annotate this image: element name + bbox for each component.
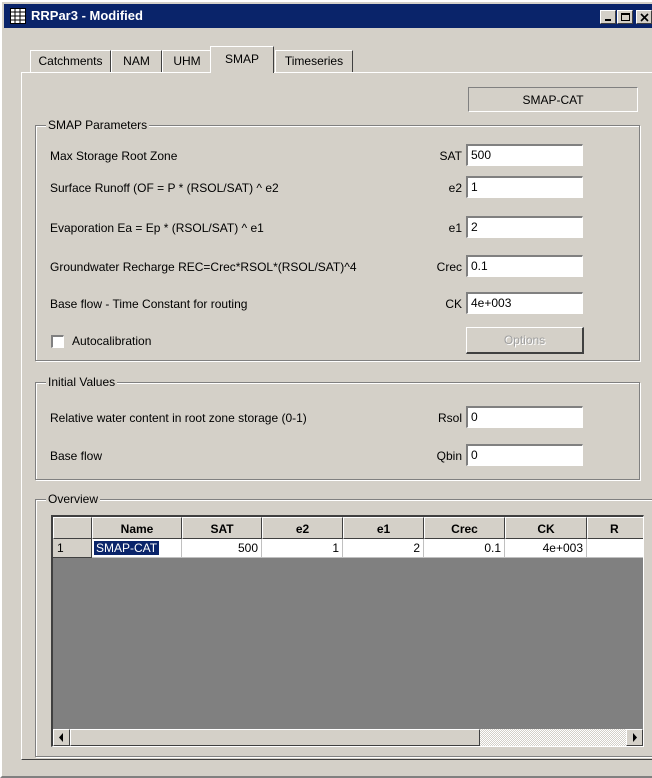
param-label-ck: Base flow - Time Constant for routing bbox=[50, 297, 248, 311]
initial-values-title: Initial Values bbox=[46, 375, 118, 389]
sat-input[interactable]: 500 bbox=[466, 144, 583, 166]
ck-input[interactable]: 4e+003 bbox=[466, 292, 583, 314]
tab-label: NAM bbox=[123, 54, 150, 68]
tab-timeseries[interactable]: Timeseries bbox=[275, 50, 353, 72]
grid-cell-ck[interactable]: 4e+003 bbox=[505, 539, 587, 558]
overview-title: Overview bbox=[46, 492, 101, 506]
column-header-ck[interactable]: CK bbox=[505, 517, 587, 539]
maximize-button[interactable] bbox=[617, 10, 633, 24]
column-header-name[interactable]: Name bbox=[92, 517, 182, 539]
rsol-input[interactable]: 0 bbox=[466, 406, 583, 428]
grid-corner-header bbox=[53, 517, 92, 539]
param-label-crec: Groundwater Recharge REC=Crec*RSOL*(RSOL… bbox=[50, 260, 357, 274]
scroll-right-button[interactable] bbox=[626, 729, 643, 746]
grid-cell-r[interactable] bbox=[587, 539, 643, 558]
autocalibration-label: Autocalibration bbox=[72, 334, 152, 348]
minimize-icon bbox=[605, 19, 611, 21]
column-header-e1[interactable]: e1 bbox=[343, 517, 424, 539]
init-code-qbin: Qbin bbox=[436, 449, 462, 463]
grid-cell-e1[interactable]: 2 bbox=[343, 539, 424, 558]
crec-input[interactable]: 0.1 bbox=[466, 255, 583, 277]
tab-catchments[interactable]: Catchments bbox=[30, 50, 111, 72]
app-grid-icon bbox=[10, 8, 26, 24]
window-title: RRPar3 - Modified bbox=[31, 8, 143, 23]
tab-label: Catchments bbox=[38, 54, 103, 68]
grid-cell-name[interactable]: SMAP-CAT bbox=[92, 539, 182, 558]
row-header[interactable]: 1 bbox=[53, 539, 92, 558]
scroll-left-button[interactable] bbox=[53, 729, 70, 746]
autocalibration-checkbox[interactable] bbox=[51, 335, 64, 348]
tab-smap[interactable]: SMAP bbox=[210, 46, 274, 73]
overview-grid[interactable]: Name SAT e2 e1 Crec CK R 1 SMAP-CAT 500 … bbox=[51, 515, 644, 747]
minimize-button[interactable] bbox=[600, 10, 616, 24]
arrow-left-icon bbox=[59, 733, 63, 742]
horizontal-scrollbar[interactable] bbox=[53, 729, 643, 746]
grid-cell-sat[interactable]: 500 bbox=[182, 539, 262, 558]
tab-nam[interactable]: NAM bbox=[111, 50, 162, 72]
param-code-e1: e1 bbox=[448, 221, 462, 235]
smap-parameters-title: SMAP Parameters bbox=[46, 118, 150, 132]
arrow-right-icon bbox=[633, 733, 637, 742]
grid-cell-crec[interactable]: 0.1 bbox=[424, 539, 505, 558]
column-header-r[interactable]: R bbox=[587, 517, 643, 539]
tab-uhm[interactable]: UHM bbox=[162, 50, 212, 72]
grid-cell-e2[interactable]: 1 bbox=[262, 539, 343, 558]
close-button[interactable] bbox=[636, 10, 652, 24]
tab-label: Timeseries bbox=[284, 54, 344, 68]
app-window: RRPar3 - Modified Catchments NAM UHM SMA… bbox=[0, 0, 652, 778]
param-code-crec: Crec bbox=[436, 260, 462, 274]
qbin-input[interactable]: 0 bbox=[466, 444, 583, 466]
catchment-name-badge: SMAP-CAT bbox=[468, 87, 638, 112]
column-header-e2[interactable]: e2 bbox=[262, 517, 343, 539]
param-label-e1: Evaporation Ea = Ep * (RSOL/SAT) ^ e1 bbox=[50, 221, 264, 235]
column-header-crec[interactable]: Crec bbox=[424, 517, 505, 539]
param-label-e2: Surface Runoff (OF = P * (RSOL/SAT) ^ e2 bbox=[50, 181, 279, 195]
param-code-e2: e2 bbox=[448, 181, 462, 195]
title-bar[interactable]: RRPar3 - Modified bbox=[4, 4, 652, 28]
init-label-qbin: Base flow bbox=[50, 449, 103, 463]
maximize-icon bbox=[621, 13, 630, 21]
init-label-rsol: Relative water content in root zone stor… bbox=[50, 411, 307, 425]
init-code-rsol: Rsol bbox=[437, 411, 462, 425]
e2-input[interactable]: 1 bbox=[466, 176, 583, 198]
param-code-sat: SAT bbox=[439, 149, 462, 163]
param-label-sat: Max Storage Root Zone bbox=[50, 149, 178, 163]
tab-label: SMAP bbox=[224, 52, 259, 66]
e1-input[interactable]: 2 bbox=[466, 216, 583, 238]
scroll-thumb[interactable] bbox=[70, 729, 480, 746]
options-button[interactable]: Options bbox=[466, 327, 584, 354]
close-icon bbox=[640, 13, 649, 22]
column-header-sat[interactable]: SAT bbox=[182, 517, 262, 539]
selected-cell-text: SMAP-CAT bbox=[94, 541, 160, 555]
param-code-ck: CK bbox=[445, 297, 462, 311]
tab-label: UHM bbox=[173, 54, 201, 68]
